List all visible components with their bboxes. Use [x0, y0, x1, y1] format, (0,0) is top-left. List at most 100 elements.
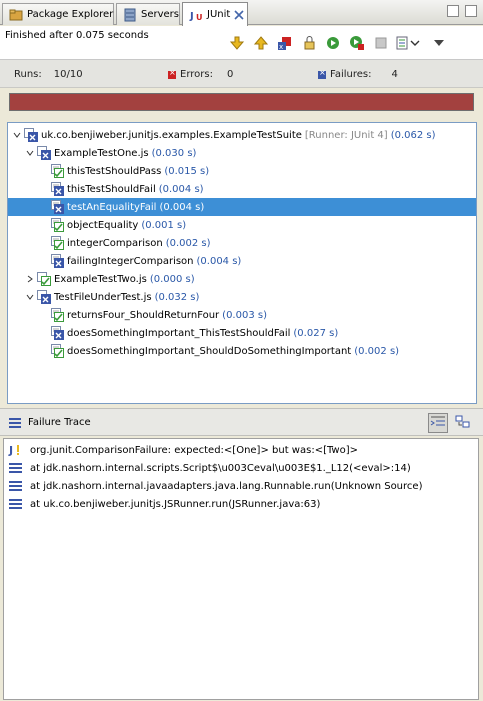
test-case-node[interactable]: doesSomethingImportant_ThisTestShouldFai…: [8, 324, 476, 342]
stack-frame-icon: [8, 461, 24, 475]
runs-counter: Runs: 10/10: [14, 69, 83, 80]
test-progress-bar: [9, 93, 474, 111]
test-suite-node[interactable]: TestFileUnderTest.js (0.032 s): [8, 288, 476, 306]
test-case-node[interactable]: thisTestShouldFail (0.004 s): [8, 180, 476, 198]
failure-trace-icon: [9, 417, 23, 432]
compare-results-button[interactable]: [453, 413, 473, 433]
tab-package-explorer[interactable]: Package Explorer: [2, 3, 114, 25]
test-name: failingIntegerComparison: [67, 255, 194, 267]
view-tab-bar: Package Explorer Servers JU JUnit: [0, 0, 483, 26]
chevron-down-icon[interactable]: [12, 130, 22, 140]
stack-frame-line[interactable]: at jdk.nashorn.internal.scripts.Script$\…: [4, 459, 478, 477]
trace-line-text: at jdk.nashorn.internal.scripts.Script$\…: [30, 462, 411, 474]
test-name: uk.co.benjiweber.junitjs.examples.Exampl…: [41, 129, 302, 141]
errors-counter: Errors: 0: [168, 68, 233, 80]
stack-frame-icon: [8, 479, 24, 493]
test-name: returnsFour_ShouldReturnFour: [67, 309, 220, 321]
test-case-failed-icon: [50, 254, 64, 268]
test-case-node[interactable]: integerComparison (0.002 s): [8, 234, 476, 252]
stop-icon[interactable]: [372, 34, 390, 52]
test-duration: (0.062 s): [390, 129, 436, 141]
tab-servers[interactable]: Servers: [116, 3, 180, 25]
tab-label: Servers: [141, 9, 180, 20]
junit-icon: JU: [189, 8, 203, 22]
test-duration: (0.002 s): [165, 237, 211, 249]
previous-failure-icon[interactable]: [252, 34, 270, 52]
test-case-node[interactable]: failingIntegerComparison (0.004 s): [8, 252, 476, 270]
package-explorer-icon: [9, 8, 23, 22]
test-case-node[interactable]: doesSomethingImportant_ShouldDoSomething…: [8, 342, 476, 360]
test-suite-node[interactable]: uk.co.benjiweber.junitjs.examples.Exampl…: [8, 126, 476, 144]
error-icon: [168, 68, 176, 79]
run-status-text: Finished after 0.075 seconds: [5, 30, 149, 41]
trace-line-text: at jdk.nashorn.internal.javaadapters.jav…: [30, 480, 423, 492]
minimize-button[interactable]: [447, 5, 459, 17]
view-menu-icon[interactable]: [430, 34, 448, 52]
failure-trace-title: Failure Trace: [28, 417, 91, 428]
svg-text:U: U: [196, 13, 203, 22]
test-suite-node[interactable]: ExampleTestTwo.js (0.000 s): [8, 270, 476, 288]
test-suite-failed-icon: [37, 290, 51, 304]
test-name: doesSomethingImportant_ShouldDoSomething…: [67, 345, 352, 357]
failure-trace-list[interactable]: Jorg.junit.ComparisonFailure: expected:<…: [3, 438, 479, 700]
test-counters: Runs: 10/10 Errors: 0 Failures: 4: [0, 60, 483, 88]
next-failure-icon[interactable]: [228, 34, 246, 52]
test-case-failed-icon: [50, 326, 64, 340]
test-case-passed-icon: [50, 344, 64, 358]
test-name: ExampleTestOne.js: [54, 147, 149, 159]
tab-label: JUnit: [207, 9, 231, 20]
test-name: thisTestShouldPass: [67, 165, 162, 177]
test-case-node[interactable]: objectEquality (0.001 s): [8, 216, 476, 234]
compare-icon: [455, 415, 471, 432]
test-case-node[interactable]: returnsFour_ShouldReturnFour (0.003 s): [8, 306, 476, 324]
stack-frame-line[interactable]: at jdk.nashorn.internal.javaadapters.jav…: [4, 477, 478, 495]
status-toolbar-row: Finished after 0.075 seconds x: [0, 26, 483, 60]
tab-label: Package Explorer: [27, 9, 114, 20]
trace-line-text: at uk.co.benjiweber.junitjs.JSRunner.run…: [30, 498, 321, 510]
test-duration: (0.030 s): [151, 147, 197, 159]
test-run-history-icon[interactable]: [396, 34, 424, 52]
test-case-passed-icon: [50, 236, 64, 250]
test-duration: (0.001 s): [141, 219, 187, 231]
trace-line-text: org.junit.ComparisonFailure: expected:<[…: [30, 444, 358, 456]
test-name: integerComparison: [67, 237, 163, 249]
rerun-failed-first-icon[interactable]: [348, 34, 366, 52]
svg-text:J: J: [8, 444, 13, 457]
stack-frame-icon: [8, 497, 24, 511]
test-suite-node[interactable]: ExampleTestOne.js (0.030 s): [8, 144, 476, 162]
test-name: TestFileUnderTest.js: [54, 291, 152, 303]
chevron-down-icon[interactable]: [25, 148, 35, 158]
maximize-button[interactable]: [465, 5, 477, 17]
test-duration: (0.002 s): [354, 345, 400, 357]
test-name: thisTestShouldFail: [67, 183, 156, 195]
test-duration: (0.004 s): [158, 183, 204, 195]
rerun-test-icon[interactable]: [324, 34, 342, 52]
chevron-right-icon[interactable]: [25, 274, 35, 284]
test-case-node[interactable]: thisTestShouldPass (0.015 s): [8, 162, 476, 180]
filter-stack-trace-button[interactable]: [428, 413, 448, 433]
test-duration: (0.003 s): [222, 309, 267, 321]
test-runner-label: [Runner: JUnit 4]: [304, 129, 388, 141]
chevron-down-icon[interactable]: [25, 292, 35, 302]
test-duration: (0.004 s): [196, 255, 242, 267]
test-tree[interactable]: uk.co.benjiweber.junitjs.examples.Exampl…: [7, 122, 477, 404]
failure-trace-header: Failure Trace: [0, 408, 483, 436]
test-case-failed-icon: [50, 182, 64, 196]
exception-line[interactable]: Jorg.junit.ComparisonFailure: expected:<…: [4, 441, 478, 459]
failures-counter: Failures: 4: [318, 68, 398, 80]
test-suite-passed-icon: [37, 272, 51, 286]
scroll-lock-icon[interactable]: [300, 34, 318, 52]
close-icon[interactable]: [234, 9, 244, 21]
stack-frame-line[interactable]: at uk.co.benjiweber.junitjs.JSRunner.run…: [4, 495, 478, 513]
test-case-node[interactable]: testAnEqualityFail (0.004 s): [8, 198, 476, 216]
progress-fill: [10, 94, 473, 110]
tab-junit[interactable]: JU JUnit: [182, 2, 248, 26]
show-failures-only-icon[interactable]: x: [276, 34, 294, 52]
